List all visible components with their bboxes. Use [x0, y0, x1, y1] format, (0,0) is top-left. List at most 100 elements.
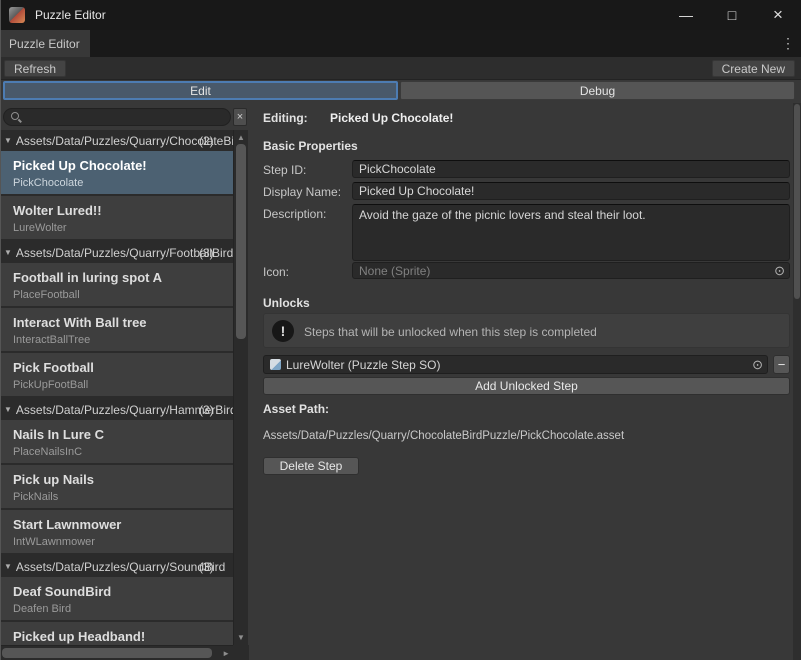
clear-icon: ×	[237, 111, 243, 123]
editing-label: Editing:	[263, 111, 308, 125]
step-item-placefootball[interactable]: Football in luring spot A PlaceFootball	[0, 263, 233, 306]
search-input[interactable]	[22, 110, 230, 124]
close-icon: ×	[773, 5, 783, 25]
kebab-icon: ⋮	[781, 35, 795, 52]
group-header-soundbird[interactable]: ▼ Assets/Data/Puzzles/Quarry/SoundBird (…	[0, 558, 233, 575]
asset-path-label: Asset Path:	[263, 402, 329, 416]
step-title: Picked up Headband!	[13, 629, 145, 644]
list-horizontal-scrollbar[interactable]: ►	[0, 645, 233, 660]
icon-label: Icon:	[263, 265, 289, 279]
group-count: (3)	[199, 246, 214, 260]
search-box[interactable]	[3, 108, 231, 126]
step-title: Pick Football	[13, 360, 94, 375]
scroll-down-icon[interactable]: ▼	[234, 633, 248, 642]
add-unlocked-step-button[interactable]: Add Unlocked Step	[263, 377, 790, 395]
tab-strip: Puzzle Editor ⋮	[0, 30, 801, 57]
step-id: PickUpFootBall	[13, 379, 88, 391]
foldout-icon[interactable]: ▼	[4, 136, 12, 145]
step-item-pickedupheadband[interactable]: Picked up Headband!	[0, 622, 233, 645]
object-picker-icon[interactable]: ⊙	[774, 264, 785, 277]
step-item-picknails[interactable]: Pick up Nails PickNails	[0, 465, 233, 508]
horizontal-scrollbar-thumb[interactable]	[2, 648, 212, 658]
create-new-button[interactable]: Create New	[712, 60, 795, 77]
group-count: (3)	[199, 403, 214, 417]
icon-object-field[interactable]: None (Sprite) ⊙	[352, 262, 790, 279]
step-title: Football in luring spot A	[13, 270, 162, 285]
step-id: LureWolter	[13, 222, 67, 234]
foldout-icon[interactable]: ▼	[4, 562, 12, 571]
object-picker-icon[interactable]: ⊙	[752, 358, 763, 371]
app-icon	[9, 7, 25, 23]
step-id-field[interactable]	[352, 160, 790, 178]
tab-label: Puzzle Editor	[9, 37, 80, 51]
section-unlocks: Unlocks	[263, 296, 310, 310]
step-id: InteractBallTree	[13, 334, 90, 346]
refresh-button[interactable]: Refresh	[4, 60, 66, 77]
step-list: ▼ Assets/Data/Puzzles/Quarry/ChocolateBi…	[0, 130, 233, 645]
step-item-pickchocolate[interactable]: Picked Up Chocolate! PickChocolate	[0, 151, 233, 194]
list-vertical-scrollbar[interactable]: ▲ ▼	[233, 130, 248, 645]
step-title: Deaf SoundBird	[13, 584, 111, 599]
unlocks-help-text: Steps that will be unlocked when this st…	[304, 325, 597, 339]
group-path: Assets/Data/Puzzles/Quarry/SoundBird	[16, 560, 225, 574]
vertical-scrollbar-thumb[interactable]	[236, 144, 246, 339]
minimize-button[interactable]: —	[663, 0, 709, 30]
step-list-pane: × ▼ Assets/Data/Puzzles/Quarry/Chocolate…	[0, 103, 249, 660]
step-id-label: Step ID:	[263, 163, 306, 177]
step-title: Pick up Nails	[13, 472, 94, 487]
group-header-chocolate[interactable]: ▼ Assets/Data/Puzzles/Quarry/ChocolateBi…	[0, 132, 233, 149]
group-header-football[interactable]: ▼ Assets/Data/Puzzles/Quarry/FootballBir…	[0, 244, 233, 261]
group-header-hammer[interactable]: ▼ Assets/Data/Puzzles/Quarry/HammerBirdP…	[0, 401, 233, 418]
tab-debug[interactable]: Debug	[400, 81, 795, 100]
minimize-icon: —	[679, 7, 693, 23]
tab-puzzle-editor[interactable]: Puzzle Editor	[0, 30, 90, 57]
info-icon: !	[272, 320, 294, 342]
step-item-deafsoundbird[interactable]: Deaf SoundBird Deafen Bird	[0, 577, 233, 620]
step-title: Interact With Ball tree	[13, 315, 147, 330]
display-name-field[interactable]	[352, 182, 790, 200]
foldout-icon[interactable]: ▼	[4, 248, 12, 257]
foldout-icon[interactable]: ▼	[4, 405, 12, 414]
step-item-lurewolter[interactable]: Wolter Lured!! LureWolter	[0, 196, 233, 239]
tab-edit[interactable]: Edit	[3, 81, 398, 100]
toolbar: Refresh Create New	[0, 57, 801, 80]
window-title: Puzzle Editor	[35, 8, 106, 22]
step-item-pickupfootball[interactable]: Pick Football PickUpFootBall	[0, 353, 233, 396]
title-bar[interactable]: Puzzle Editor — □ ×	[0, 0, 801, 30]
inspector-pane: Editing: Picked Up Chocolate! Basic Prop…	[249, 103, 793, 660]
step-id: PlaceFootball	[13, 289, 80, 301]
step-item-placenailsinc[interactable]: Nails In Lure C PlaceNailsInC	[0, 420, 233, 463]
scroll-right-icon[interactable]: ►	[222, 649, 230, 658]
remove-unlock-button[interactable]: −	[773, 355, 790, 374]
step-item-intwlawnmower[interactable]: Start Lawnmower IntWLawnmower	[0, 510, 233, 553]
scriptable-object-icon	[270, 359, 281, 370]
minus-icon: −	[778, 357, 786, 372]
close-button[interactable]: ×	[755, 0, 801, 30]
step-id: PickNails	[13, 491, 58, 503]
search-clear-button[interactable]: ×	[233, 108, 247, 126]
delete-step-button[interactable]: Delete Step	[263, 457, 359, 475]
scroll-up-icon[interactable]: ▲	[234, 133, 248, 142]
step-title: Picked Up Chocolate!	[13, 158, 147, 173]
puzzle-editor-window: Puzzle Editor — □ × Puzzle Editor ⋮ Refr…	[0, 0, 801, 660]
window-controls: — □ ×	[663, 0, 801, 30]
unlocks-help-box: ! Steps that will be unlocked when this …	[263, 313, 790, 348]
step-id: PickChocolate	[13, 177, 83, 189]
step-title: Wolter Lured!!	[13, 203, 102, 218]
maximize-button[interactable]: □	[709, 0, 755, 30]
step-item-interactballtree[interactable]: Interact With Ball tree InteractBallTree	[0, 308, 233, 351]
section-basic-properties: Basic Properties	[263, 139, 358, 153]
unlock-step-value: LureWolter (Puzzle Step SO)	[286, 358, 441, 372]
tab-menu-button[interactable]: ⋮	[781, 30, 795, 57]
asset-path-value: Assets/Data/Puzzles/Quarry/ChocolateBird…	[263, 430, 624, 442]
step-id: PlaceNailsInC	[13, 446, 82, 458]
window-vertical-scrollbar[interactable]	[793, 103, 801, 660]
window-scrollbar-thumb[interactable]	[794, 104, 800, 299]
window-border	[0, 0, 1, 660]
maximize-icon: □	[728, 7, 736, 23]
icon-object-value: None (Sprite)	[359, 264, 430, 278]
description-field[interactable]: Avoid the gaze of the picnic lovers and …	[352, 204, 790, 261]
step-id: Deafen Bird	[13, 603, 71, 615]
search-icon	[10, 111, 22, 123]
unlock-step-object-field[interactable]: LureWolter (Puzzle Step SO) ⊙	[263, 355, 768, 374]
